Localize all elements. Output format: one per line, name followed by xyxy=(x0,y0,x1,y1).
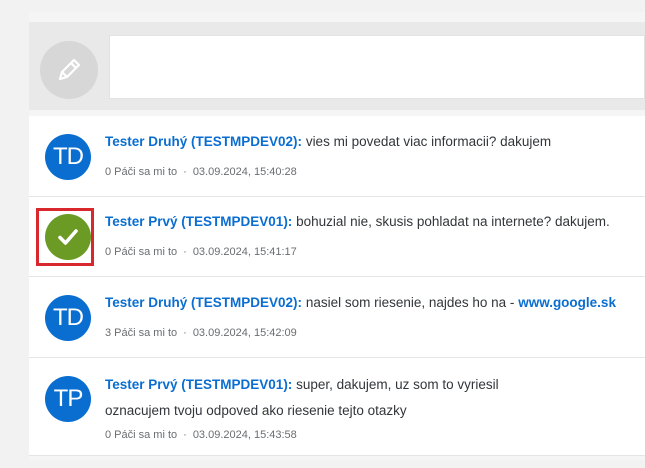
post-timestamp: 03.09.2024, 15:41:17 xyxy=(192,246,297,258)
avatar[interactable]: TD xyxy=(45,134,91,180)
feed-panel: TD Tester Druhý (TESTMPDEV02): vies mi p… xyxy=(29,12,645,460)
highlight-box xyxy=(36,208,94,266)
avatar-initials: TD xyxy=(53,304,84,331)
post-message: vies mi povedat viac informacii? dakujem xyxy=(305,134,552,149)
post-input[interactable] xyxy=(109,35,645,99)
post-timestamp: 03.09.2024, 15:42:09 xyxy=(192,327,297,339)
post-item: TD Tester Druhý (TESTMPDEV02): vies mi p… xyxy=(29,116,645,197)
post-item: Tester Prvý (TESTMPDEV01): bohuzial nie,… xyxy=(29,197,645,277)
avatar-initials: TP xyxy=(53,385,84,412)
post-timestamp: 03.09.2024, 15:43:58 xyxy=(192,429,297,441)
composer xyxy=(29,22,645,110)
post-text: Tester Druhý (TESTMPDEV02): nasiel som r… xyxy=(105,295,616,310)
external-link[interactable]: www.google.sk xyxy=(518,295,616,310)
composer-avatar xyxy=(40,41,98,99)
post-message: bohuzial nie, skusis pohladat na interne… xyxy=(296,214,610,229)
post-item: TD Tester Druhý (TESTMPDEV02): nasiel so… xyxy=(29,277,645,358)
post-text: Tester Prvý (TESTMPDEV01): super, dakuje… xyxy=(105,377,499,392)
meta-separator: · xyxy=(183,166,187,178)
post-list: TD Tester Druhý (TESTMPDEV02): vies mi p… xyxy=(29,116,645,460)
avatar-initials: TD xyxy=(53,143,84,170)
author-link[interactable]: Tester Druhý (TESTMPDEV02): xyxy=(105,295,302,310)
post-timestamp: 03.09.2024, 15:40:28 xyxy=(192,166,297,178)
post-text-continued: oznacujem tvoju odpoved ako riesenie tej… xyxy=(105,403,407,418)
post-meta: 0 Páči sa mi to · 03.09.2024, 15:40:28 xyxy=(105,166,297,178)
author-link[interactable]: Tester Prvý (TESTMPDEV01): xyxy=(105,214,292,229)
post-message: nasiel som riesenie, najdes ho na - xyxy=(305,295,519,310)
author-link[interactable]: Tester Druhý (TESTMPDEV02): xyxy=(105,134,302,149)
post-item: TP Tester Prvý (TESTMPDEV01): super, dak… xyxy=(29,358,645,456)
meta-separator: · xyxy=(183,429,187,441)
pencil-icon xyxy=(58,58,81,81)
post-meta: 0 Páči sa mi to · 03.09.2024, 15:43:58 xyxy=(105,429,297,441)
meta-separator: · xyxy=(183,327,187,339)
avatar[interactable]: TD xyxy=(45,295,91,341)
like-count[interactable]: 0 Páči sa mi to xyxy=(105,166,177,178)
like-count[interactable]: 3 Páči sa mi to xyxy=(105,327,177,339)
meta-separator: · xyxy=(183,246,187,258)
post-message: super, dakujem, uz som to vyriesil xyxy=(296,377,499,392)
post-text: Tester Druhý (TESTMPDEV02): vies mi pove… xyxy=(105,134,551,149)
avatar[interactable]: TP xyxy=(45,376,91,422)
post-meta: 0 Páči sa mi to · 03.09.2024, 15:41:17 xyxy=(105,246,297,258)
like-count[interactable]: 0 Páči sa mi to xyxy=(105,246,177,258)
post-meta: 3 Páči sa mi to · 03.09.2024, 15:42:09 xyxy=(105,327,297,339)
like-count[interactable]: 0 Páči sa mi to xyxy=(105,429,177,441)
post-text: Tester Prvý (TESTMPDEV01): bohuzial nie,… xyxy=(105,214,610,229)
author-link[interactable]: Tester Prvý (TESTMPDEV01): xyxy=(105,377,292,392)
